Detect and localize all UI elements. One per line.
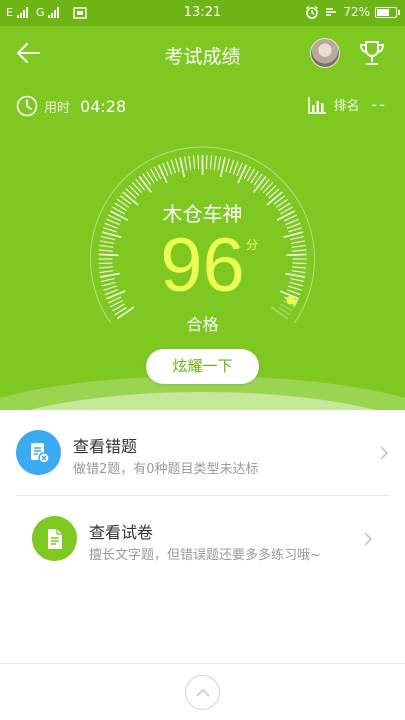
time-used-value: 04:28	[80, 96, 127, 116]
clock-icon	[16, 95, 38, 117]
status-right: 72%	[305, 5, 400, 19]
gauge-tick	[213, 155, 217, 170]
gauge-tick	[262, 181, 274, 194]
gauge-tick	[138, 176, 152, 193]
gauge-tick	[175, 158, 180, 173]
gauge-tick	[131, 181, 143, 194]
gauge-tick	[192, 155, 196, 170]
gauge-tick	[197, 155, 200, 170]
gauge-tick	[157, 164, 168, 184]
trophy-icon	[359, 41, 385, 65]
share-button[interactable]: 炫耀一下	[146, 349, 259, 384]
wrong-questions-icon	[16, 430, 61, 475]
chevron-up-icon	[195, 688, 210, 697]
gauge-tick	[170, 159, 176, 174]
avatar[interactable]	[310, 38, 340, 68]
chevron-right-icon	[364, 532, 373, 546]
gauge-tick	[217, 156, 222, 171]
gauge-tick	[205, 155, 208, 170]
gauge-tick	[179, 157, 186, 178]
ranking[interactable]: 排名 --	[307, 95, 387, 114]
action-list: 查看错题 做错2题，有0种题目类型未达标 查看试卷 擅长文字题，但错误题还要多多…	[0, 410, 405, 582]
bottom-bar	[0, 663, 405, 720]
gauge-tick	[265, 185, 277, 196]
chevron-right-icon	[380, 446, 389, 460]
ranking-label: 排名	[333, 99, 360, 114]
paper-document-icon	[32, 516, 77, 561]
score-value: 96	[160, 223, 245, 308]
page-title: 考试成绩	[164, 46, 241, 68]
time-used: 用时 04:28	[16, 95, 126, 117]
expand-up-button[interactable]	[185, 675, 220, 710]
battery-percent: 72%	[343, 5, 370, 19]
gauge-tick	[219, 157, 226, 178]
trophy-button[interactable]	[357, 38, 387, 68]
gauge-tick	[183, 156, 188, 171]
gauge-tick	[188, 155, 192, 170]
list-item-subtitle: 擅长文字题，但错误题还要多多练习哦~	[89, 548, 321, 563]
status-bar: E G 13:21 72%	[0, 0, 405, 26]
result-header: 考试成绩 用时 04:28 排名 -- 木仓车神 96 分 合格 炫耀一下	[0, 26, 405, 410]
gauge-tick	[128, 185, 140, 196]
bar-chart-icon	[308, 96, 327, 114]
gauge-tick	[237, 164, 248, 184]
view-wrong-questions-item[interactable]: 查看错题 做错2题，有0种题目类型未达标	[0, 410, 405, 496]
gauge-tick	[166, 161, 173, 175]
list-item-subtitle: 做错2题，有0种题目类型未达标	[73, 462, 259, 477]
ranking-value: --	[371, 95, 387, 114]
gauge-tick	[225, 158, 230, 173]
pass-status: 合格	[186, 315, 219, 334]
alarm-icon	[306, 5, 319, 19]
view-paper-item[interactable]: 查看试卷 擅长文字题，但错误题还要多多练习哦~	[16, 496, 389, 582]
gauge-tick	[229, 159, 235, 174]
list-item-title: 查看试卷	[89, 523, 154, 542]
gauge-tick	[253, 176, 267, 193]
gauge-tick	[232, 161, 239, 175]
gauge-tick	[209, 155, 213, 170]
battery-icon	[375, 6, 400, 18]
list-item-title: 查看错题	[73, 437, 138, 456]
time-used-label: 用时	[44, 100, 71, 116]
wifi-icon	[326, 8, 337, 16]
score-unit: 分	[246, 238, 259, 252]
